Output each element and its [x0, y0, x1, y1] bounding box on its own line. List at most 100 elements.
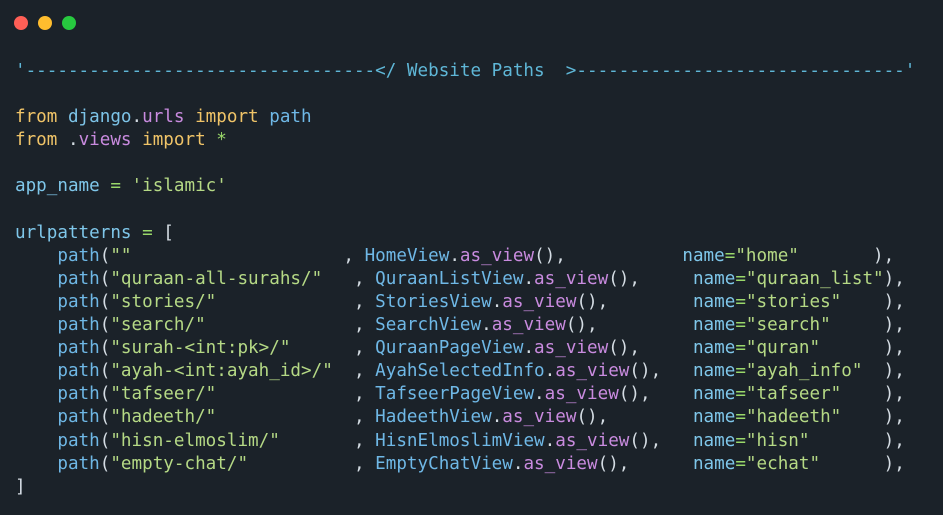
maximize-dot-icon[interactable] — [62, 16, 76, 30]
code-token: as_view — [523, 453, 598, 474]
code-token: name — [692, 430, 736, 451]
code-token: ), — [841, 407, 905, 428]
code-token: HisnElmoslimView — [375, 430, 545, 451]
code-token: name — [692, 384, 736, 405]
code-token: (), — [608, 268, 693, 289]
code-token: ( — [99, 407, 111, 428]
code-token: . — [131, 107, 143, 128]
code-token: "quraan-all-surahs/" — [110, 268, 354, 289]
code-block: '---------------------------------</ Web… — [15, 60, 915, 499]
code-token: name — [692, 315, 736, 336]
code-token: "hadeeth" — [745, 407, 842, 428]
code-token: as_view — [534, 268, 609, 289]
code-token: "tafseer" — [745, 384, 842, 405]
code-line: '---------------------------------</ Web… — [15, 60, 915, 83]
code-token: . — [512, 453, 524, 474]
code-token: . — [523, 268, 535, 289]
code-token: path — [57, 245, 100, 266]
code-token: "hisn" — [745, 430, 810, 451]
code-token: as_view — [491, 315, 566, 336]
code-token: ( — [99, 384, 111, 405]
minimize-dot-icon[interactable] — [38, 16, 52, 30]
code-token: ), — [809, 430, 905, 451]
code-token: = — [735, 291, 746, 312]
code-token: (), — [576, 291, 693, 312]
code-token: . — [57, 130, 79, 151]
code-token: SearchView — [375, 315, 482, 336]
code-token: path — [57, 315, 100, 336]
code-token: = — [735, 453, 746, 474]
code-token: ( — [99, 268, 111, 289]
window-titlebar — [0, 0, 943, 46]
code-token: EmptyChatView — [375, 453, 513, 474]
code-token: "home" — [735, 245, 799, 266]
code-token: HadeethView — [375, 407, 492, 428]
code-token: path — [57, 268, 100, 289]
code-token: AyahSelectedInfo — [375, 361, 545, 382]
code-token: "ayah-<int:ayah_id>/" — [110, 361, 354, 382]
code-token: (), — [565, 315, 693, 336]
close-dot-icon[interactable] — [14, 16, 28, 30]
code-token: = — [735, 361, 746, 382]
code-token: (), — [629, 361, 693, 382]
code-line: urlpatterns = [ — [15, 222, 915, 245]
code-token: ] — [15, 476, 26, 497]
code-token: as_view — [502, 407, 577, 428]
code-window: '---------------------------------</ Web… — [0, 0, 943, 515]
code-token: path — [57, 384, 100, 405]
code-token: ( — [99, 245, 111, 266]
code-line: path("hisn-elmoslim/" , HisnElmoslimView… — [15, 430, 915, 453]
code-token: ), — [798, 245, 895, 266]
code-token: path — [57, 361, 100, 382]
code-token: , — [353, 453, 376, 474]
code-token: as_view — [555, 430, 630, 451]
code-token: "empty-chat/" — [110, 453, 354, 474]
code-token: = — [735, 430, 746, 451]
code-token: ), — [841, 291, 905, 312]
code-token: = — [735, 268, 746, 289]
code-token: name — [692, 268, 736, 289]
code-line: path("empty-chat/" , EmptyChatView.as_vi… — [15, 453, 915, 476]
code-token: path — [57, 430, 100, 451]
code-token: as_view — [459, 245, 535, 266]
code-token: path — [57, 453, 100, 474]
code-token: ), — [820, 338, 905, 359]
code-token: from — [15, 107, 58, 128]
code-token: "stories/" — [110, 291, 354, 312]
code-token: . — [481, 315, 492, 336]
code-token: as_view — [502, 291, 577, 312]
code-token: name — [692, 338, 736, 359]
code-token: ), — [820, 453, 905, 474]
code-token: django — [67, 107, 132, 128]
code-token: [ — [152, 222, 174, 243]
code-token: , — [353, 384, 376, 405]
code-token: (), — [629, 430, 693, 451]
code-token: ), — [862, 361, 905, 382]
code-token: path — [269, 107, 312, 128]
code-token: urlpatterns — [15, 222, 132, 243]
code-token: ), — [830, 315, 905, 336]
code-token: ), — [841, 384, 905, 405]
code-token: QuraanPageView — [375, 338, 524, 359]
code-token: "ayah_info" — [745, 361, 863, 382]
code-token: QuraanListView — [375, 268, 524, 289]
code-token: ( — [99, 315, 111, 336]
code-token: (), — [534, 245, 683, 266]
code-token: ( — [99, 361, 111, 382]
code-token: "surah-<int:pk>/" — [110, 338, 354, 359]
code-line: path("hadeeth/" , HadeethView.as_view(),… — [15, 406, 915, 429]
code-token: "quraan_list" — [745, 268, 884, 289]
